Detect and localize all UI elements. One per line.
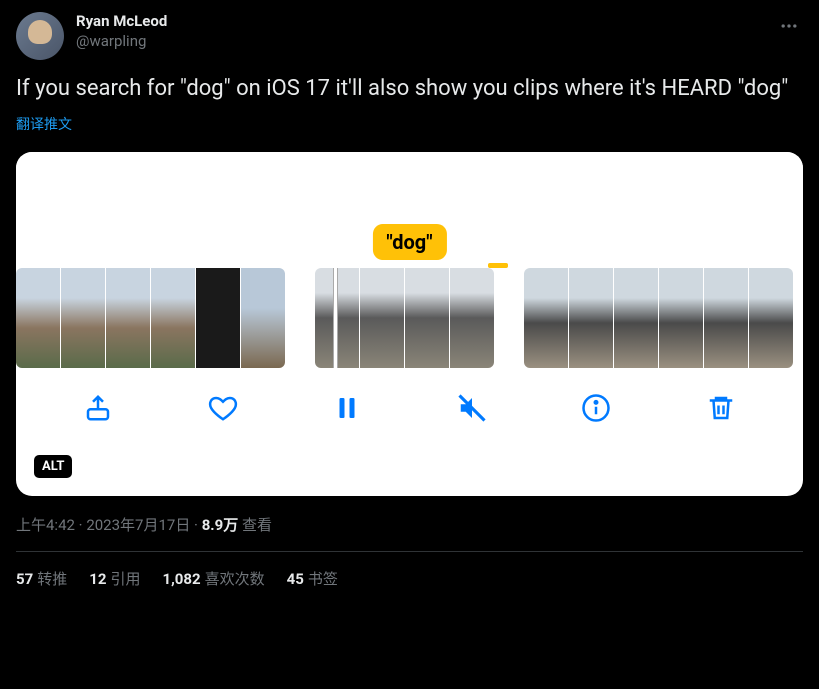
tweet-text: If you search for "dog" on iOS 17 it'll …: [16, 74, 803, 104]
search-term-label: "dog": [372, 224, 446, 260]
video-frame: [151, 268, 195, 368]
video-frame: [524, 268, 568, 368]
views-count: 8.9万: [202, 516, 239, 534]
display-name: Ryan McLeod: [76, 12, 763, 32]
quotes-stat[interactable]: 12引用: [89, 568, 140, 589]
translate-link[interactable]: 翻译推文: [16, 114, 803, 134]
tweet-meta: 上午4:42 · 2023年7月17日 · 8.9万 查看: [16, 514, 803, 535]
video-timeline[interactable]: [16, 268, 803, 368]
video-frame: [360, 268, 404, 368]
separator: ·: [75, 516, 86, 534]
bookmarks-stat[interactable]: 45书签: [287, 568, 338, 589]
likes-count: 1,082: [162, 570, 200, 588]
video-frame: [241, 268, 285, 368]
tweet-header: Ryan McLeod @warpling: [16, 12, 803, 60]
tweet-date[interactable]: 2023年7月17日: [86, 516, 190, 534]
retweets-count: 57: [16, 570, 33, 588]
trash-icon[interactable]: [705, 392, 737, 424]
likes-label: 喜欢次数: [205, 570, 265, 588]
share-icon[interactable]: [82, 392, 114, 424]
clip-group-3[interactable]: [524, 268, 793, 368]
tweet-media[interactable]: "dog": [16, 152, 803, 496]
avatar[interactable]: [16, 12, 64, 60]
media-controls: [16, 368, 803, 448]
video-frame: [405, 268, 449, 368]
video-frame: [659, 268, 703, 368]
retweets-label: 转推: [37, 570, 67, 588]
video-frame: [749, 268, 793, 368]
pause-icon[interactable]: [331, 392, 363, 424]
bookmarks-label: 书签: [308, 570, 338, 588]
video-frame: [106, 268, 150, 368]
separator: ·: [190, 516, 201, 534]
video-frame: [16, 268, 60, 368]
tweet-time[interactable]: 上午4:42: [16, 516, 75, 534]
bookmarks-count: 45: [287, 570, 304, 588]
tweet-container: Ryan McLeod @warpling If you search for …: [0, 0, 819, 589]
author-names[interactable]: Ryan McLeod @warpling: [76, 12, 763, 51]
timeline-marker: [488, 263, 508, 268]
clip-group-2[interactable]: [315, 268, 494, 368]
video-frame: [569, 268, 613, 368]
video-frame: [614, 268, 658, 368]
handle: @warpling: [76, 32, 763, 52]
more-icon[interactable]: [775, 12, 803, 44]
mute-icon[interactable]: [456, 392, 488, 424]
video-frame: [704, 268, 748, 368]
quotes-count: 12: [89, 570, 106, 588]
quotes-label: 引用: [110, 570, 140, 588]
info-icon[interactable]: [580, 392, 612, 424]
playhead[interactable]: [333, 268, 338, 368]
video-frame: [450, 268, 494, 368]
clip-group-1[interactable]: [16, 268, 285, 368]
alt-badge[interactable]: ALT: [34, 455, 72, 478]
heart-icon[interactable]: [207, 392, 239, 424]
video-frame: [61, 268, 105, 368]
likes-stat[interactable]: 1,082 喜欢次数: [162, 568, 264, 589]
tweet-stats: 57转推 12引用 1,082 喜欢次数 45书签: [16, 552, 803, 589]
views-label: 查看: [238, 516, 272, 534]
media-header: "dog": [16, 152, 803, 268]
retweets-stat[interactable]: 57转推: [16, 568, 67, 589]
video-frame: [196, 268, 240, 368]
